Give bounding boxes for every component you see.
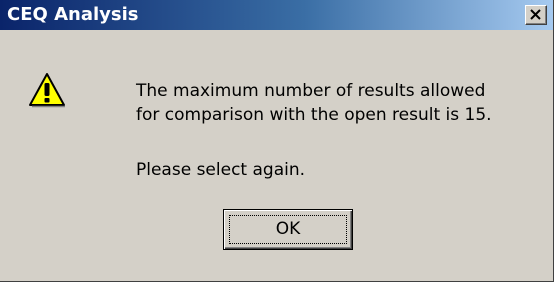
close-button[interactable] xyxy=(525,5,547,25)
message-line-3: Please select again. xyxy=(136,160,306,180)
message-line-1: The maximum number of results allowed xyxy=(136,81,486,101)
title-bar[interactable]: CEQ Analysis xyxy=(0,0,553,30)
close-icon xyxy=(530,9,541,20)
message-dialog: CEQ Analysis The maximum number of resul… xyxy=(0,0,554,282)
warning-icon xyxy=(29,73,65,108)
ok-button-label: OK xyxy=(275,219,301,239)
window-title: CEQ Analysis xyxy=(7,4,139,25)
message-line-2: for comparison with the open result is 1… xyxy=(136,105,492,125)
ok-button[interactable]: OK xyxy=(223,209,353,250)
